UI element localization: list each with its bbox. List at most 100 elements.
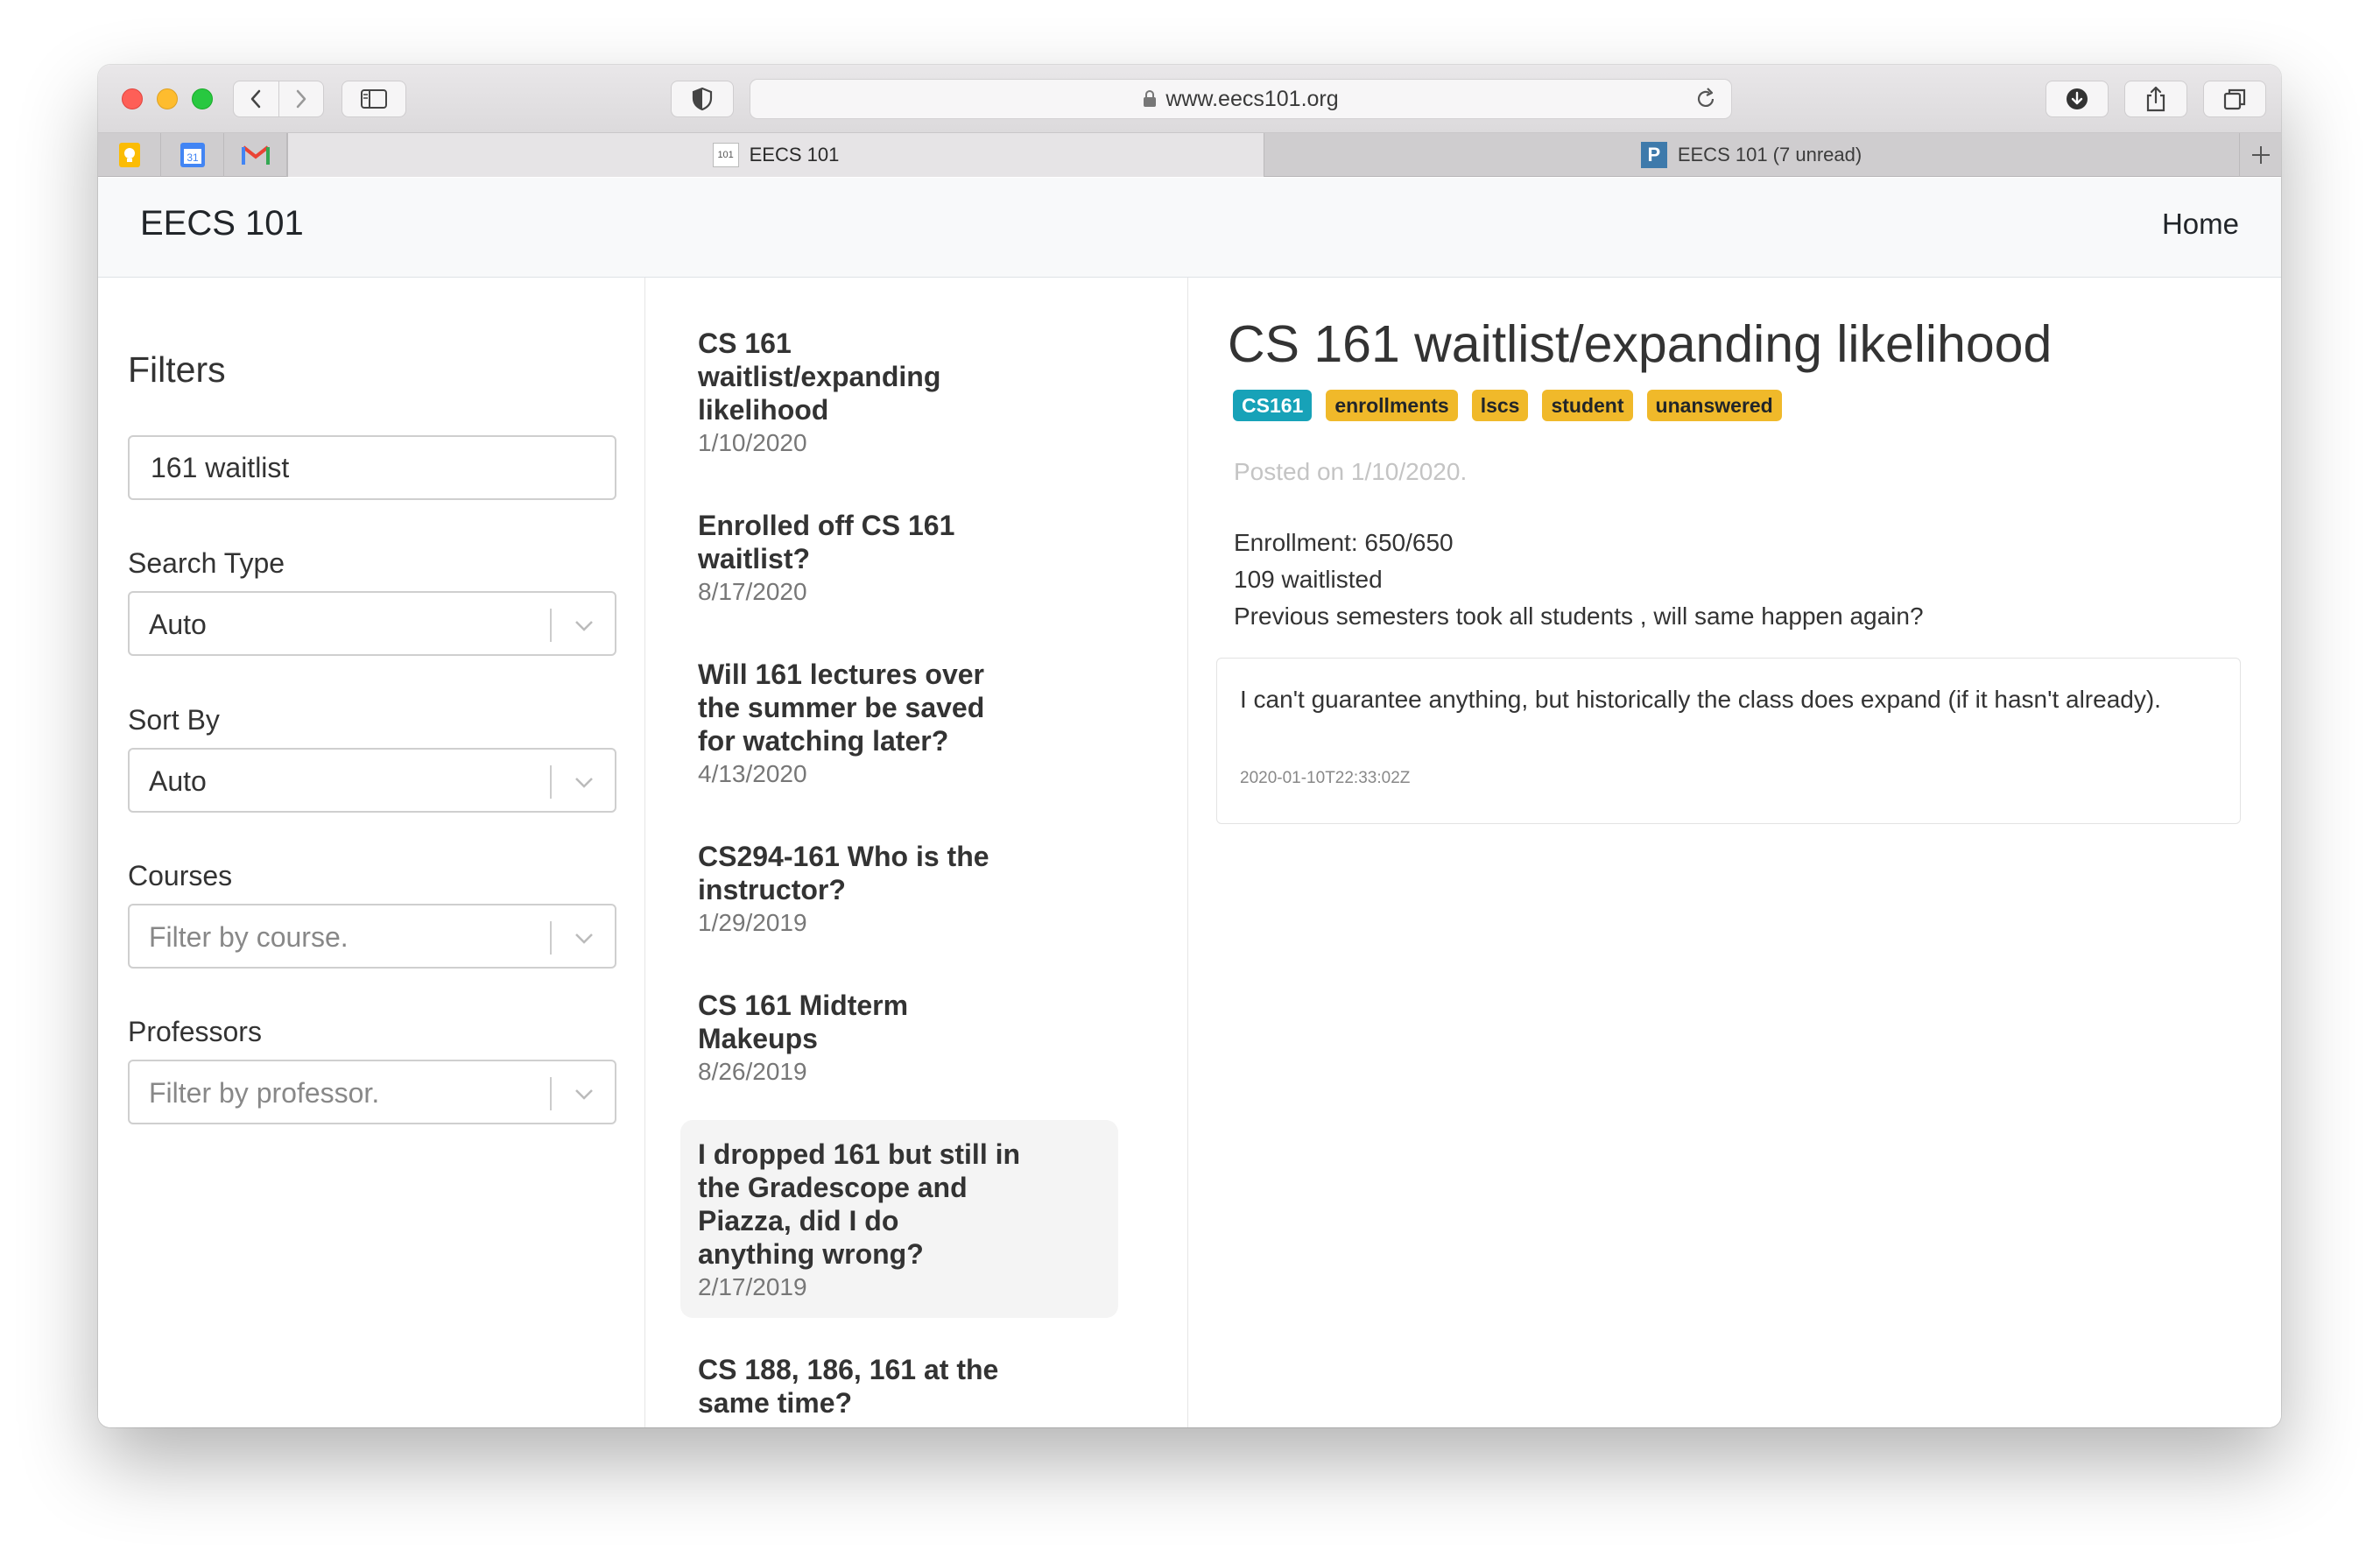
calendar-icon-text: 31 bbox=[187, 151, 199, 164]
tab-label: EECS 101 bbox=[749, 144, 840, 166]
url-text: www.eecs101.org bbox=[1165, 86, 1339, 111]
filters-panel: Filters 161 waitlist Search Type Auto So… bbox=[98, 278, 645, 1427]
calendar-icon: 31 bbox=[180, 143, 205, 167]
tab-piazza[interactable]: P EECS 101 (7 unread) bbox=[1264, 133, 2238, 177]
tab-eecs101[interactable]: 101 EECS 101 bbox=[287, 133, 1264, 177]
search-type-label: Search Type bbox=[128, 547, 285, 579]
result-title: I dropped 161 but still in the Gradescope… bbox=[698, 1138, 1021, 1270]
post-title: CS 161 waitlist/expanding likelihood bbox=[1228, 315, 2053, 373]
sidebar-toggle-button[interactable] bbox=[342, 81, 406, 117]
tab-bar: 31 101 EECS 101 P EECS 101 (7 unread) bbox=[98, 133, 2281, 177]
professors-label: Professors bbox=[128, 1016, 262, 1047]
reload-icon bbox=[1697, 88, 1715, 107]
tag-badge[interactable]: CS161 bbox=[1233, 390, 1313, 421]
result-title: CS 161 Midterm Makeups bbox=[698, 990, 909, 1054]
shield-icon bbox=[692, 87, 713, 111]
chevron-right-icon bbox=[296, 89, 306, 109]
search-type-value: Auto bbox=[149, 609, 207, 640]
select-separator bbox=[550, 1077, 552, 1110]
result-date: 8/17/2020 bbox=[698, 578, 807, 605]
list-item[interactable]: CS 188, 186, 161 at the same time? bbox=[698, 1353, 1136, 1420]
privacy-report-button[interactable] bbox=[671, 81, 734, 117]
tag-badge[interactable]: student bbox=[1542, 390, 1633, 421]
search-input[interactable]: 161 waitlist bbox=[128, 435, 616, 500]
downloads-button[interactable] bbox=[2046, 81, 2109, 117]
sidebar-icon bbox=[361, 89, 387, 109]
answer-text: I can't guarantee anything, but historic… bbox=[1240, 686, 2161, 713]
professors-select[interactable]: Filter by professor. bbox=[128, 1060, 616, 1124]
download-icon bbox=[2067, 88, 2088, 109]
result-date: 2/17/2019 bbox=[698, 1273, 807, 1300]
list-item[interactable]: Will 161 lectures over the summer be save… bbox=[698, 658, 1136, 791]
pinned-tab-gmail[interactable] bbox=[224, 133, 287, 177]
pinned-tab-calendar[interactable]: 31 bbox=[161, 133, 224, 177]
select-separator bbox=[550, 609, 552, 642]
chevron-down-icon bbox=[575, 778, 593, 788]
nav-home-link[interactable]: Home bbox=[2162, 208, 2239, 241]
tab-label: EECS 101 (7 unread) bbox=[1677, 144, 1862, 166]
result-title: CS 188, 186, 161 at the same time? bbox=[698, 1354, 999, 1419]
plus-icon bbox=[2251, 146, 2270, 164]
back-button[interactable] bbox=[234, 81, 278, 116]
lightbulb-icon bbox=[118, 143, 140, 167]
select-separator bbox=[550, 765, 552, 799]
post-tags: CS161 enrollments lscs student unanswere… bbox=[1233, 390, 1782, 421]
chevron-down-icon bbox=[575, 621, 593, 631]
address-bar[interactable]: www.eecs101.org bbox=[750, 79, 1732, 119]
post-body-line: 109 waitlisted bbox=[1234, 566, 1383, 593]
site-brand[interactable]: EECS 101 bbox=[140, 204, 304, 243]
zoom-window-button[interactable] bbox=[192, 88, 213, 109]
history-nav bbox=[233, 81, 324, 117]
list-item[interactable]: CS 161 Midterm Makeups 8/26/2019 bbox=[698, 989, 1136, 1088]
tabs-icon bbox=[2223, 88, 2246, 110]
courses-label: Courses bbox=[128, 860, 233, 891]
result-date: 1/10/2020 bbox=[698, 429, 807, 456]
post-detail: CS 161 waitlist/expanding likelihood CS1… bbox=[1188, 278, 2281, 1427]
tag-badge[interactable]: unanswered bbox=[1646, 390, 1782, 421]
list-item[interactable]: CS294-161 Who is the instructor? 1/29/201… bbox=[698, 840, 1136, 940]
sort-by-value: Auto bbox=[149, 765, 207, 797]
list-item[interactable]: CS 161 waitlist/expanding likelihood 1/10/… bbox=[698, 327, 1136, 460]
browser-window: www.eecs101.org 31 101 EECS 101 P EECS 1… bbox=[98, 65, 2281, 1427]
site-navbar: EECS 101 Home bbox=[98, 178, 2281, 278]
post-body-line: Previous semesters took all students , w… bbox=[1234, 602, 1924, 630]
result-title: CS294-161 Who is the instructor? bbox=[698, 841, 989, 905]
search-type-select[interactable]: Auto bbox=[128, 591, 616, 656]
courses-select[interactable]: Filter by course. bbox=[128, 904, 616, 969]
answer-card: I can't guarantee anything, but historic… bbox=[1216, 658, 2241, 824]
browser-toolbar: www.eecs101.org bbox=[98, 65, 2281, 133]
result-title: CS 161 waitlist/expanding likelihood bbox=[698, 328, 941, 426]
web-page: EECS 101 Home Filters 161 waitlist Searc… bbox=[98, 178, 2281, 1427]
list-item[interactable]: Enrolled off CS 161 waitlist? 8/17/2020 bbox=[698, 509, 1136, 609]
lock-icon bbox=[1144, 90, 1157, 107]
sort-by-label: Sort By bbox=[128, 704, 220, 736]
share-button[interactable] bbox=[2124, 81, 2187, 117]
results-list: CS 161 waitlist/expanding likelihood 1/10/… bbox=[645, 278, 1188, 1427]
filters-heading: Filters bbox=[128, 349, 226, 390]
close-window-button[interactable] bbox=[122, 88, 143, 109]
gmail-icon bbox=[241, 145, 270, 165]
search-input-value: 161 waitlist bbox=[151, 451, 290, 483]
professors-placeholder: Filter by professor. bbox=[149, 1077, 380, 1109]
tab-overview-button[interactable] bbox=[2203, 81, 2266, 117]
new-tab-button[interactable] bbox=[2239, 133, 2281, 177]
result-date: 4/13/2020 bbox=[698, 760, 807, 787]
forward-button[interactable] bbox=[278, 81, 323, 116]
pinned-tab-keep[interactable] bbox=[98, 133, 161, 177]
sort-by-select[interactable]: Auto bbox=[128, 748, 616, 813]
minimize-window-button[interactable] bbox=[157, 88, 178, 109]
list-item-selected[interactable]: I dropped 161 but still in the Gradescope… bbox=[680, 1120, 1118, 1318]
result-title: Enrolled off CS 161 waitlist? bbox=[698, 510, 955, 574]
posted-date: Posted on 1/10/2020. bbox=[1234, 458, 1468, 485]
select-separator bbox=[550, 921, 552, 955]
tag-badge[interactable]: enrollments bbox=[1326, 390, 1458, 421]
chevron-down-icon bbox=[575, 1089, 593, 1100]
piazza-icon: P bbox=[1640, 142, 1667, 168]
tag-badge[interactable]: lscs bbox=[1471, 390, 1529, 421]
answer-timestamp: 2020-01-10T22:33:02Z bbox=[1240, 769, 1411, 787]
chevron-left-icon bbox=[251, 89, 261, 109]
favicon-101-icon: 101 bbox=[712, 143, 739, 167]
post-body: Enrollment: 650/650 109 waitlisted Previ… bbox=[1234, 525, 1924, 635]
result-title: Will 161 lectures over the summer be save… bbox=[698, 659, 985, 757]
result-date: 1/29/2019 bbox=[698, 909, 807, 936]
